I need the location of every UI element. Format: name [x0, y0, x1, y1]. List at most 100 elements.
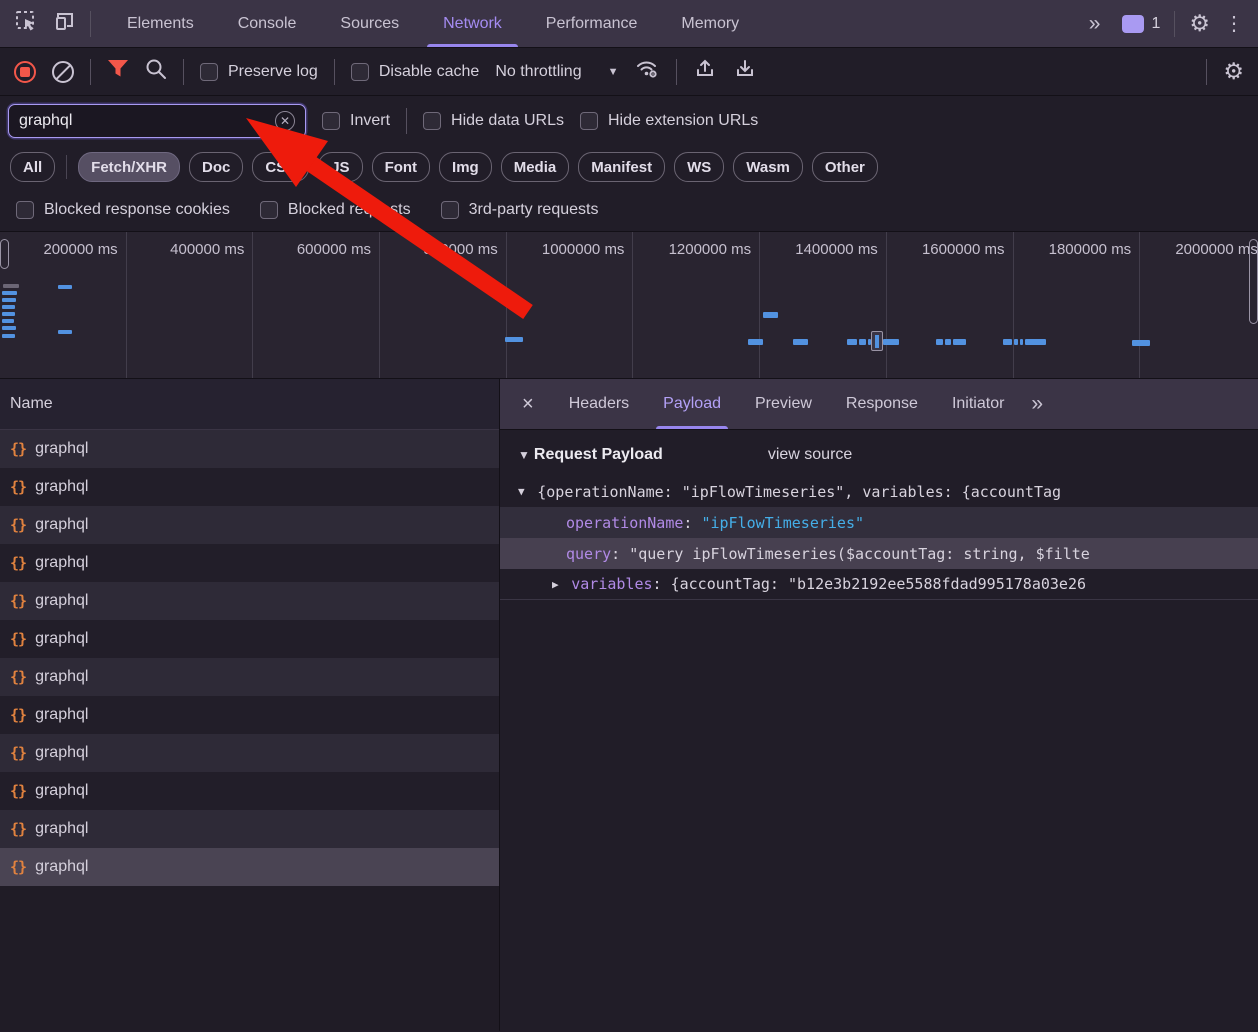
payload-text: : {accountTag: — [653, 575, 788, 593]
payload-line[interactable]: query: "query ipFlowTimeseries($accountT… — [500, 538, 1258, 569]
settings-gear-icon[interactable]: ⚙ — [1189, 12, 1210, 35]
request-row[interactable]: {}graphql — [0, 544, 499, 582]
chip-other[interactable]: Other — [812, 152, 878, 182]
payload-line[interactable]: ▼ {operationName: "ipFlowTimeseries", va… — [500, 476, 1258, 507]
name-header-label: Name — [10, 395, 53, 413]
issues-badge[interactable]: 1 — [1122, 15, 1160, 33]
more-options-icon[interactable]: ⋮ — [1224, 11, 1244, 36]
payload-line[interactable]: operationName: "ipFlowTimeseries" — [500, 507, 1258, 538]
timeline-scroll-handle[interactable] — [1249, 239, 1258, 324]
details-tab-preview[interactable]: Preview — [738, 379, 829, 429]
tab-console[interactable]: Console — [216, 0, 319, 47]
clear-network-log-icon[interactable] — [52, 61, 74, 83]
details-tab-headers[interactable]: Headers — [552, 379, 646, 429]
details-tab-response[interactable]: Response — [829, 379, 935, 429]
import-har-icon[interactable] — [693, 57, 717, 86]
tab-sources[interactable]: Sources — [318, 0, 421, 47]
request-row[interactable]: {}graphql — [0, 772, 499, 810]
request-name: graphql — [35, 744, 88, 762]
device-toolbar-icon[interactable] — [52, 9, 76, 38]
waterfall-bar — [945, 339, 951, 345]
record-button[interactable] — [14, 61, 36, 83]
chevron-down-icon: ▼ — [608, 66, 619, 78]
inspect-element-icon[interactable] — [14, 9, 38, 38]
third-party-label: 3rd-party requests — [469, 201, 599, 219]
request-row[interactable]: {}graphql — [0, 658, 499, 696]
tab-elements[interactable]: Elements — [105, 0, 216, 47]
chip-media[interactable]: Media — [501, 152, 570, 182]
waterfall-bar — [58, 330, 72, 334]
tab-network[interactable]: Network — [421, 0, 524, 47]
panel-tabs: ElementsConsoleSourcesNetworkPerformance… — [105, 0, 1079, 47]
marker-bar — [875, 335, 879, 348]
chip-img[interactable]: Img — [439, 152, 492, 182]
blocked-cookies-label: Blocked response cookies — [44, 201, 230, 219]
blocked-response-cookies-checkbox[interactable]: Blocked response cookies — [16, 201, 230, 219]
clear-filter-icon[interactable]: ✕ — [275, 111, 295, 131]
collapse-triangle-icon[interactable]: ▼ — [518, 448, 530, 462]
request-row[interactable]: {}graphql — [0, 506, 499, 544]
message-icon — [1122, 15, 1144, 33]
tab-performance[interactable]: Performance — [524, 0, 660, 47]
waterfall-bar — [58, 285, 72, 289]
payload-text: "ipFlowTimeseries" — [701, 514, 864, 532]
request-row[interactable]: {}graphql — [0, 810, 499, 848]
details-tab-bar: × HeadersPayloadPreviewResponseInitiator… — [500, 379, 1258, 430]
preserve-log-checkbox[interactable]: Preserve log — [200, 63, 318, 81]
chip-ws[interactable]: WS — [674, 152, 724, 182]
timeline-column: 800000 ms — [380, 232, 507, 378]
chip-css[interactable]: CSS — [252, 152, 309, 182]
hide-data-urls-checkbox[interactable]: Hide data URLs — [423, 112, 564, 130]
invert-checkbox[interactable]: Invert — [322, 112, 390, 130]
checkbox — [441, 201, 459, 219]
chip-fetch-xhr[interactable]: Fetch/XHR — [78, 152, 180, 182]
timeline-scroll-handle[interactable] — [0, 239, 9, 269]
request-row[interactable]: {}graphql — [0, 468, 499, 506]
name-column-header[interactable]: Name — [0, 379, 499, 430]
checkbox — [260, 201, 278, 219]
chip-doc[interactable]: Doc — [189, 152, 243, 182]
request-row[interactable]: {}graphql — [0, 848, 499, 886]
checkbox — [423, 112, 441, 130]
filter-icon[interactable] — [107, 59, 129, 84]
search-icon[interactable] — [145, 58, 167, 85]
chip-wasm[interactable]: Wasm — [733, 152, 803, 182]
waterfall-bar — [859, 339, 866, 345]
view-source-link[interactable]: view source — [768, 446, 852, 464]
close-details-icon[interactable]: × — [500, 393, 552, 416]
chip-all[interactable]: All — [10, 152, 55, 182]
throttling-dropdown[interactable]: No throttling ▼ — [495, 63, 618, 81]
details-tab-initiator[interactable]: Initiator — [935, 379, 1021, 429]
request-row[interactable]: {}graphql — [0, 620, 499, 658]
json-braces-icon: {} — [10, 744, 26, 762]
request-row[interactable]: {} graphql — [0, 734, 499, 772]
network-settings-gear-icon[interactable]: ⚙ — [1223, 60, 1244, 83]
request-row[interactable]: {}graphql — [0, 696, 499, 734]
chip-font[interactable]: Font — [372, 152, 430, 182]
details-more-tabs-icon[interactable]: » — [1021, 392, 1051, 416]
hide-extension-urls-checkbox[interactable]: Hide extension URLs — [580, 112, 758, 130]
disable-cache-checkbox[interactable]: Disable cache — [351, 63, 480, 81]
details-tab-payload[interactable]: Payload — [646, 379, 738, 429]
network-overview-timeline[interactable]: 200000 ms400000 ms600000 ms800000 ms1000… — [0, 232, 1258, 379]
request-row[interactable]: {}graphql — [0, 582, 499, 620]
chip-js[interactable]: JS — [318, 152, 362, 182]
tab-memory[interactable]: Memory — [659, 0, 761, 47]
export-har-icon[interactable] — [733, 57, 757, 86]
request-name: graphql — [35, 440, 88, 458]
chip-manifest[interactable]: Manifest — [578, 152, 665, 182]
divider — [1206, 59, 1207, 85]
third-party-requests-checkbox[interactable]: 3rd-party requests — [441, 201, 599, 219]
network-filter-row: ✕ Invert Hide data URLs Hide extension U… — [0, 96, 1258, 145]
timeline-tick-label: 600000 ms — [297, 241, 371, 258]
request-row[interactable]: {}graphql — [0, 430, 499, 468]
filter-input[interactable] — [19, 112, 275, 130]
divider — [334, 59, 335, 85]
blocked-requests-checkbox[interactable]: Blocked requests — [260, 201, 411, 219]
timeline-column: 1600000 ms — [887, 232, 1014, 378]
divider — [183, 59, 184, 85]
active-tab-underline — [427, 44, 518, 47]
more-tabs-icon[interactable]: » — [1079, 12, 1109, 36]
payload-line[interactable]: ▶ variables: {accountTag: "b12e3b2192ee5… — [500, 569, 1258, 600]
network-conditions-icon[interactable] — [634, 57, 660, 86]
